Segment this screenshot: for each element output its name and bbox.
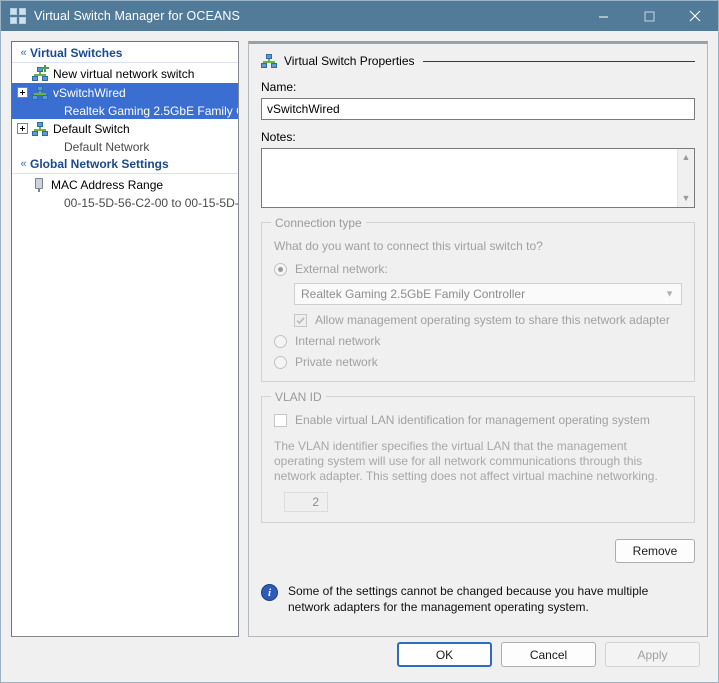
share-adapter-option[interactable]: Allow management operating system to sha… bbox=[294, 313, 682, 327]
section-header: Virtual Switch Properties bbox=[261, 54, 695, 68]
radio-private-network[interactable] bbox=[274, 355, 287, 369]
tree-item-sublabel: Realtek Gaming 2.5GbE Family Con... bbox=[64, 103, 238, 118]
network-adapter-value: Realtek Gaming 2.5GbE Family Controller bbox=[301, 287, 526, 301]
checkbox-enable-vlan[interactable] bbox=[274, 413, 287, 427]
enable-vlan-option[interactable]: Enable virtual LAN identification for ma… bbox=[274, 413, 682, 427]
name-label: Name: bbox=[261, 80, 297, 94]
connection-type-title: Connection type bbox=[271, 216, 366, 230]
tree-group-global-network-settings[interactable]: « Global Network Settings bbox=[12, 155, 238, 174]
collapse-chevron-icon[interactable]: « bbox=[17, 158, 30, 170]
switch-icon bbox=[261, 54, 277, 68]
page-title: Virtual Switch Properties bbox=[284, 54, 415, 68]
internal-network-label: Internal network bbox=[295, 334, 381, 348]
tree-item-sublabel: Default Network bbox=[64, 139, 150, 154]
connection-type-group: Connection type What do you want to conn… bbox=[261, 216, 695, 382]
scroll-up-icon[interactable]: ▲ bbox=[678, 149, 695, 166]
external-adapter-area: Realtek Gaming 2.5GbE Family Controller … bbox=[294, 283, 682, 327]
tree-group-label: Global Network Settings bbox=[30, 157, 169, 171]
vlan-id-stepper[interactable]: 2 bbox=[284, 492, 328, 512]
chevron-down-icon[interactable]: ▼ bbox=[665, 289, 674, 299]
tree-item-default-switch[interactable]: Default Switch bbox=[12, 119, 238, 138]
external-network-option[interactable]: External network: bbox=[274, 262, 682, 276]
vlan-description: The VLAN identifier specifies the virtua… bbox=[274, 439, 658, 483]
vlan-id-group: VLAN ID Enable virtual LAN identificatio… bbox=[261, 390, 695, 523]
cancel-button[interactable]: Cancel bbox=[501, 642, 596, 667]
tree-item-label: MAC Address Range bbox=[51, 177, 164, 192]
switch-icon bbox=[32, 85, 48, 100]
maximize-icon[interactable] bbox=[626, 1, 672, 31]
private-network-label: Private network bbox=[295, 355, 378, 369]
virtual-switch-properties-pane: Virtual Switch Properties Name: Notes: ▲… bbox=[248, 41, 708, 637]
minimize-icon[interactable] bbox=[580, 1, 626, 31]
remove-button[interactable]: Remove bbox=[615, 539, 695, 563]
apply-button[interactable]: Apply bbox=[605, 642, 700, 667]
notes-field[interactable]: ▲ ▼ bbox=[261, 148, 695, 208]
switch-icon bbox=[32, 121, 48, 136]
external-network-label: External network: bbox=[295, 262, 388, 276]
radio-internal-network[interactable] bbox=[274, 334, 287, 348]
tree-item-default-switch-network[interactable]: Default Network bbox=[12, 138, 238, 155]
new-switch-icon bbox=[32, 64, 49, 81]
window-controls bbox=[580, 1, 718, 31]
vlan-id-title: VLAN ID bbox=[271, 390, 326, 404]
notes-scrollbar[interactable]: ▲ ▼ bbox=[677, 149, 694, 207]
tree-item-label: Default Switch bbox=[53, 121, 130, 136]
share-adapter-label: Allow management operating system to sha… bbox=[315, 313, 670, 327]
expander-icon[interactable] bbox=[17, 123, 28, 134]
tree-item-label: vSwitchWired bbox=[53, 85, 126, 100]
info-icon: i bbox=[261, 584, 278, 601]
tree-group-virtual-switches[interactable]: « Virtual Switches bbox=[12, 44, 238, 63]
info-message: i Some of the settings cannot be changed… bbox=[261, 583, 695, 615]
mac-address-icon bbox=[32, 177, 46, 192]
virtual-switches-tree[interactable]: « Virtual Switches New virtual network s… bbox=[11, 41, 239, 637]
title-bar: Virtual Switch Manager for OCEANS bbox=[1, 1, 718, 31]
tree-item-vswitchwired[interactable]: vSwitchWired bbox=[12, 83, 238, 102]
tree-item-mac-address-range[interactable]: MAC Address Range bbox=[12, 175, 238, 194]
tree-item-mac-address-range-value[interactable]: 00-15-5D-56-C2-00 to 00-15-5D-5... bbox=[12, 194, 238, 211]
collapse-chevron-icon[interactable]: « bbox=[17, 47, 30, 59]
notes-label: Notes: bbox=[261, 130, 296, 144]
dialog-content: « Virtual Switches New virtual network s… bbox=[1, 31, 718, 682]
info-message-text: Some of the settings cannot be changed b… bbox=[288, 584, 649, 614]
remove-button-row: Remove bbox=[261, 539, 695, 563]
notes-textarea[interactable] bbox=[262, 149, 677, 207]
checkbox-share-adapter[interactable] bbox=[294, 313, 307, 327]
virtual-switch-icon bbox=[10, 8, 26, 24]
ok-button[interactable]: OK bbox=[397, 642, 492, 667]
switch-name-input[interactable] bbox=[261, 98, 695, 120]
panes: « Virtual Switches New virtual network s… bbox=[11, 41, 708, 637]
dialog-footer: OK Cancel Apply bbox=[11, 637, 708, 672]
private-network-option[interactable]: Private network bbox=[274, 355, 682, 369]
internal-network-option[interactable]: Internal network bbox=[274, 334, 682, 348]
tree-item-label: New virtual network switch bbox=[53, 66, 195, 81]
close-icon[interactable] bbox=[672, 1, 718, 31]
section-divider bbox=[422, 60, 695, 62]
tree-item-sublabel: 00-15-5D-56-C2-00 to 00-15-5D-5... bbox=[64, 195, 239, 210]
tree-item-new-virtual-network-switch[interactable]: New virtual network switch bbox=[12, 64, 238, 83]
connection-type-question: What do you want to connect this virtual… bbox=[274, 239, 543, 253]
expander-icon[interactable] bbox=[17, 87, 28, 98]
tree-item-vswitchwired-adapter[interactable]: Realtek Gaming 2.5GbE Family Con... bbox=[12, 102, 238, 119]
enable-vlan-label: Enable virtual LAN identification for ma… bbox=[295, 413, 650, 427]
network-adapter-select[interactable]: Realtek Gaming 2.5GbE Family Controller … bbox=[294, 283, 682, 305]
window-title: Virtual Switch Manager for OCEANS bbox=[34, 9, 240, 23]
virtual-switch-manager-window: Virtual Switch Manager for OCEANS « Virt… bbox=[0, 0, 719, 683]
radio-external-network[interactable] bbox=[274, 262, 287, 276]
scroll-down-icon[interactable]: ▼ bbox=[678, 190, 695, 207]
tree-group-label: Virtual Switches bbox=[30, 46, 123, 60]
